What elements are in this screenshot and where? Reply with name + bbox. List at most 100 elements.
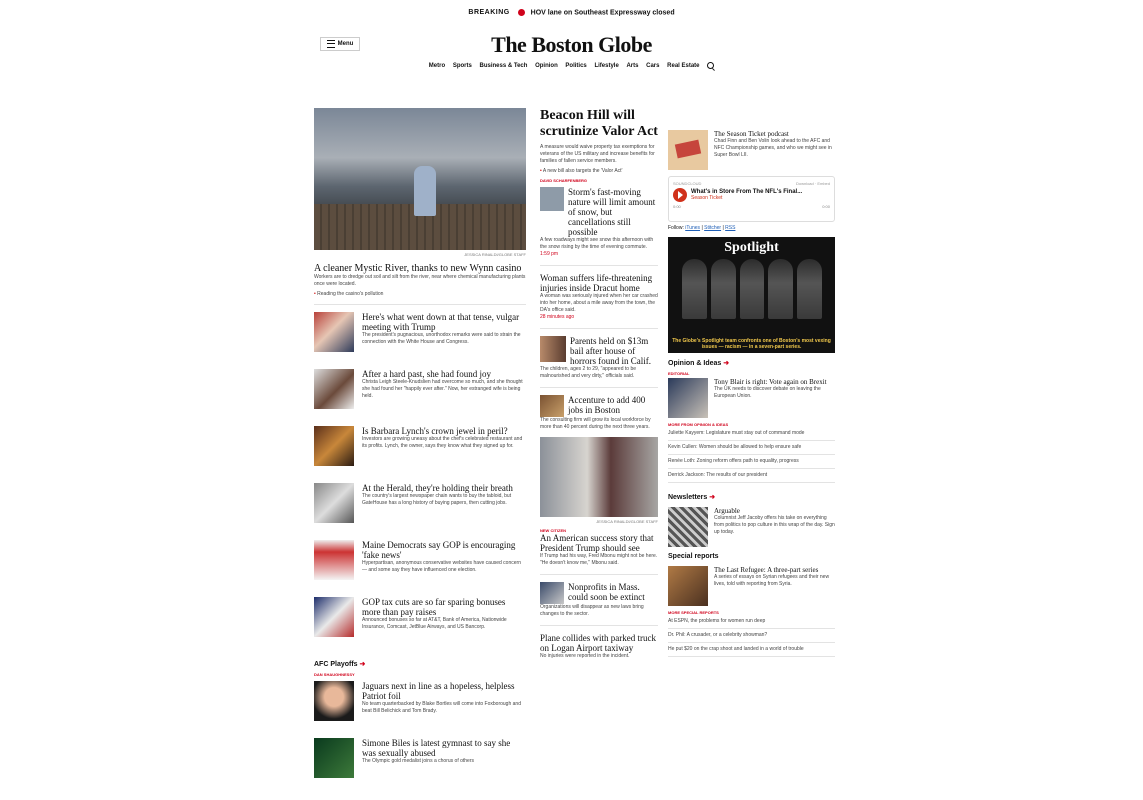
time-end: 0:00 xyxy=(822,204,830,209)
itunes-link[interactable]: iTunes xyxy=(685,225,700,231)
divider xyxy=(540,387,658,388)
center-lead-related[interactable]: A new bill also targets the 'Valor Act' xyxy=(540,168,658,174)
story-thumbnail xyxy=(314,738,354,778)
newsletter-title[interactable]: Arguable xyxy=(714,507,835,515)
story-item[interactable]: Parents held on $13m bail after house of… xyxy=(540,336,658,366)
nav-item-metro[interactable]: Metro xyxy=(429,63,445,69)
story-thumbnail xyxy=(314,312,354,352)
story-headline[interactable]: Woman suffers life-threatening injuries … xyxy=(540,273,658,293)
story-headline[interactable]: Is Barbara Lynch's crown jewel in peril? xyxy=(362,426,526,436)
podcast-artwork xyxy=(668,130,708,170)
story-summary: No injuries were reported in the inciden… xyxy=(540,653,630,659)
main-nav: Metro Sports Business & Tech Opinion Pol… xyxy=(0,62,1143,69)
breaking-tag: BREAKING xyxy=(468,9,510,17)
opinion-section-link[interactable]: Opinion & Ideas ➜ xyxy=(668,359,835,367)
story-item[interactable]: Jaguars next in line as a hopeless, help… xyxy=(314,681,526,738)
story-item[interactable]: GOP tax cuts are so far sparing bonuses … xyxy=(314,597,526,654)
newsletter-promo[interactable]: Arguable Columnist Jeff Jacoby offers his… xyxy=(668,507,835,547)
nav-item-politics[interactable]: Politics xyxy=(565,63,586,69)
story-headline[interactable]: Maine Democrats say GOP is encouraging '… xyxy=(362,540,526,560)
story-item[interactable]: Storm's fast-moving nature will limit am… xyxy=(540,187,658,237)
stitcher-link[interactable]: Stitcher xyxy=(704,225,721,231)
opinion-kicker: EDITORIAL xyxy=(668,371,690,376)
opinion-link[interactable]: Derrick Jackson: The results of our pres… xyxy=(668,469,835,483)
lead-headline[interactable]: A cleaner Mystic River, thanks to new Wy… xyxy=(314,263,526,274)
story-item[interactable]: Simone Biles is latest gymnast to say sh… xyxy=(314,738,526,795)
special-report-story[interactable]: The Last Refugee: A three-part series A s… xyxy=(668,566,835,606)
nav-item-arts[interactable]: Arts xyxy=(626,63,638,69)
breaking-banner[interactable]: BREAKING HOV lane on Southeast Expresswa… xyxy=(0,9,1143,16)
rss-link[interactable]: RSS xyxy=(725,225,735,231)
feature-portrait[interactable] xyxy=(540,437,658,517)
special-link[interactable]: Dr. Phil: A crusader, or a celebrity sho… xyxy=(668,629,835,643)
opinion-story[interactable]: Tony Blair is right: Vote again on Brexi… xyxy=(668,378,835,418)
hero-photo[interactable] xyxy=(314,108,526,250)
story-thumbnail xyxy=(314,681,354,721)
nav-item-business[interactable]: Business & Tech xyxy=(480,63,528,69)
story-headline[interactable]: Accenture to add 400 jobs in Boston xyxy=(568,395,658,417)
special-summary: A series of essays on Syrian refugees an… xyxy=(714,574,830,587)
special-link[interactable]: At ESPN, the problems for women run deep xyxy=(668,615,835,629)
story-summary: A woman was seriously injured when her c… xyxy=(540,293,658,313)
opinion-link[interactable]: Juliette Kayyem: Legislature must stay o… xyxy=(668,427,835,441)
story-headline[interactable]: Parents held on $13m bail after house of… xyxy=(570,336,658,366)
story-headline[interactable]: At the Herald, they're holding their bre… xyxy=(362,483,526,493)
special-headline[interactable]: The Last Refugee: A three-part series xyxy=(714,566,835,574)
center-lead-headline[interactable]: Beacon Hill will scrutinize Valor Act xyxy=(540,108,658,140)
story-headline[interactable]: Plane collides with parked truck on Loga… xyxy=(540,633,658,653)
lead-related-link[interactable]: Reading the casino's pollution xyxy=(314,291,526,297)
nav-item-opinion[interactable]: Opinion xyxy=(535,63,558,69)
show-name[interactable]: Season Ticket xyxy=(691,195,802,201)
audio-player[interactable]: SOUNDCLOUD Download · Embed What's in St… xyxy=(668,176,835,222)
portrait-credit: JESSICA RINALDI/GLOBE STAFF xyxy=(596,519,658,524)
player-header: SOUNDCLOUD Download · Embed xyxy=(673,181,830,186)
search-icon[interactable] xyxy=(707,62,715,69)
special-link[interactable]: He put $20 on the crap shoot and landed … xyxy=(668,643,835,657)
feature-headline[interactable]: An American success story that President… xyxy=(540,533,658,553)
story-summary: Organizations will disappear as new laws… xyxy=(540,604,644,617)
story-summary: Announced bonuses so far at AT&T, Bank o… xyxy=(362,617,507,630)
opinion-summary: The UK needs to discover debate on leavi… xyxy=(714,386,821,399)
follow-label: Follow: xyxy=(668,225,684,231)
nav-item-sports[interactable]: Sports xyxy=(453,63,472,69)
divider xyxy=(540,328,658,329)
breaking-dot-icon xyxy=(517,9,525,16)
story-item[interactable]: Nonprofits in Mass. could soon be extinc… xyxy=(540,582,658,604)
story-headline[interactable]: Nonprofits in Mass. could soon be extinc… xyxy=(568,582,658,604)
nav-item-cars[interactable]: Cars xyxy=(646,63,659,69)
opinion-link[interactable]: Kevin Cullen: Women should be allowed to… xyxy=(668,441,835,455)
story-headline[interactable]: Jaguars next in line as a hopeless, help… xyxy=(362,681,526,701)
story-item[interactable]: Accenture to add 400 jobs in Boston xyxy=(540,395,658,417)
embed-button[interactable]: Embed xyxy=(817,181,830,186)
afc-playoffs-link[interactable]: AFC Playoffs ➜ xyxy=(314,660,526,668)
divider xyxy=(314,304,526,305)
story-item[interactable]: Maine Democrats say GOP is encouraging '… xyxy=(314,540,526,597)
nav-item-real-estate[interactable]: Real Estate xyxy=(667,63,699,69)
opinion-link[interactable]: Renée Loth: Zoning reform offers path to… xyxy=(668,455,835,469)
center-kicker: DAVID SCHARFENBERG xyxy=(540,178,588,183)
site-logo[interactable]: The Boston Globe xyxy=(0,32,1143,58)
story-summary-text: A few roadways might see snow this after… xyxy=(540,237,654,250)
lead-summary: Workers are to dredge out soil and silt … xyxy=(314,274,526,287)
special-reports-label[interactable]: Special reports xyxy=(668,553,835,560)
story-headline[interactable]: Here's what went down at that tense, vul… xyxy=(362,312,526,332)
newsletters-section-link[interactable]: Newsletters ➜ xyxy=(668,493,835,501)
nav-item-lifestyle[interactable]: Lifestyle xyxy=(594,63,618,69)
story-headline[interactable]: GOP tax cuts are so far sparing bonuses … xyxy=(362,597,526,617)
breaking-text[interactable]: HOV lane on Southeast Expressway closed xyxy=(531,9,675,16)
story-item[interactable]: Is Barbara Lynch's crown jewel in peril?… xyxy=(314,426,526,483)
story-item[interactable]: At the Herald, they're holding their bre… xyxy=(314,483,526,540)
story-item[interactable]: Here's what went down at that tense, vul… xyxy=(314,312,526,369)
podcast-promo[interactable]: The Season Ticket podcast Chad Finn and … xyxy=(668,130,835,170)
download-button[interactable]: Download xyxy=(796,181,814,186)
story-thumbnail xyxy=(314,540,354,580)
spotlight-promo[interactable]: Spotlight The Globe's Spotlight team con… xyxy=(668,237,835,353)
opinion-headline[interactable]: Tony Blair is right: Vote again on Brexi… xyxy=(714,378,835,386)
play-icon[interactable] xyxy=(673,188,687,202)
podcast-title[interactable]: The Season Ticket podcast xyxy=(714,130,835,138)
story-headline[interactable]: Simone Biles is latest gymnast to say sh… xyxy=(362,738,526,758)
story-headline[interactable]: Storm's fast-moving nature will limit am… xyxy=(568,187,658,237)
story-item[interactable]: After a hard past, she had found joy Chri… xyxy=(314,369,526,426)
story-headline[interactable]: After a hard past, she had found joy xyxy=(362,369,526,379)
right-column: The Season Ticket podcast Chad Finn and … xyxy=(668,108,835,657)
